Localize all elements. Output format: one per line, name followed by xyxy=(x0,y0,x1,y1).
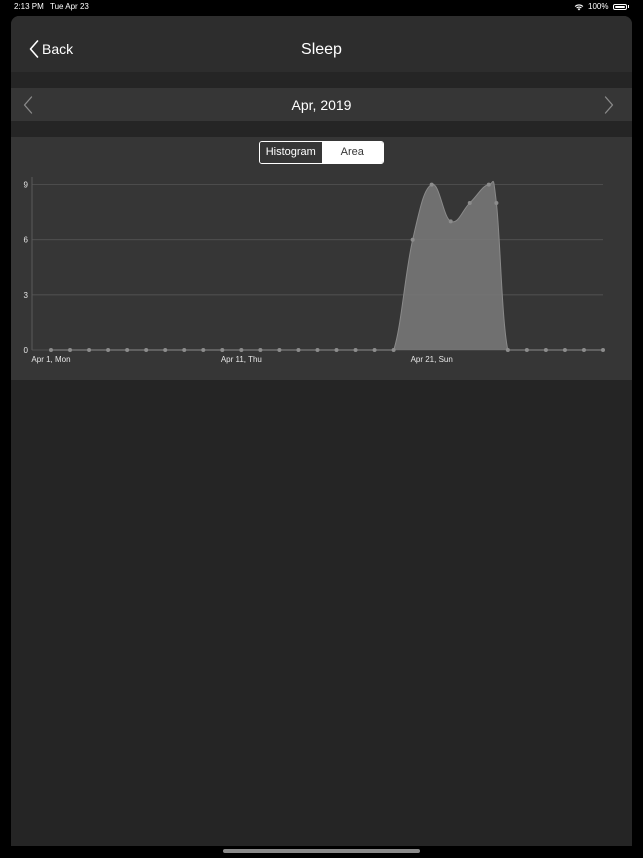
data-point xyxy=(296,348,301,352)
data-point xyxy=(239,348,244,352)
sleep-area-chart: 0 3 6 9 Apr 1, Mon Apr 11, Thu Apr 21, Sun xyxy=(24,177,605,364)
data-point xyxy=(277,348,282,352)
data-point xyxy=(372,348,377,352)
chart-type-segmented-control: Histogram Area xyxy=(259,141,384,164)
x-tick-label: Apr 11, Thu xyxy=(221,355,262,364)
y-tick-label-6: 6 xyxy=(24,236,29,245)
data-point xyxy=(87,348,92,352)
data-point xyxy=(258,348,263,352)
battery-percent: 100% xyxy=(588,2,609,11)
data-point xyxy=(163,348,168,352)
status-time: 2:13 PM xyxy=(14,2,44,11)
battery-cap xyxy=(627,5,629,8)
area-segment[interactable]: Area xyxy=(321,142,383,163)
data-point xyxy=(182,348,187,352)
data-point xyxy=(486,182,491,187)
data-point xyxy=(410,237,415,242)
data-point xyxy=(353,348,358,352)
x-tick-label: Apr 21, Sun xyxy=(411,355,453,364)
x-tick-label: Apr 1, Mon xyxy=(31,355,70,364)
data-point xyxy=(144,348,149,352)
data-point xyxy=(49,348,53,352)
data-point xyxy=(315,348,320,352)
data-point xyxy=(467,200,472,205)
data-point xyxy=(543,348,548,352)
data-point xyxy=(220,348,225,352)
battery-icon xyxy=(612,3,627,10)
data-point xyxy=(334,348,339,352)
data-point xyxy=(581,348,586,352)
y-tick-label-3: 3 xyxy=(24,291,29,300)
next-month-button[interactable] xyxy=(604,96,614,114)
home-indicator xyxy=(223,849,420,853)
histogram-segment[interactable]: Histogram xyxy=(260,142,322,163)
data-point xyxy=(448,219,453,224)
data-point xyxy=(601,348,605,352)
status-indicators: 100% xyxy=(574,2,629,11)
nav-bar: Back Sleep xyxy=(11,16,632,72)
app-window: Back Sleep Apr, 2019 0 3 6 9 Apr 1, Mon Apr 1… xyxy=(11,16,632,846)
data-point xyxy=(201,348,206,352)
month-navigator: Apr, 2019 xyxy=(11,88,632,121)
page-title: Sleep xyxy=(301,41,342,58)
status-date: Tue Apr 23 xyxy=(50,2,89,11)
y-tick-label-0: 0 xyxy=(24,346,29,355)
data-point xyxy=(524,348,529,352)
data-point xyxy=(391,348,396,352)
wifi-icon xyxy=(574,3,584,10)
data-point xyxy=(494,200,499,205)
data-point xyxy=(125,348,130,352)
data-point xyxy=(562,348,567,352)
sleep-area-line xyxy=(51,180,603,351)
data-point xyxy=(106,348,111,352)
data-point xyxy=(505,348,510,352)
chart-panel: 0 3 6 9 Apr 1, Mon Apr 11, Thu Apr 21, Sun His… xyxy=(11,137,632,380)
y-tick-label-9: 9 xyxy=(24,181,29,190)
data-point xyxy=(429,182,434,187)
status-bar: 2:13 PM Tue Apr 23 100% xyxy=(0,0,643,14)
month-label: Apr, 2019 xyxy=(291,97,352,113)
sleep-area-fill xyxy=(51,181,603,350)
data-point xyxy=(68,348,73,352)
